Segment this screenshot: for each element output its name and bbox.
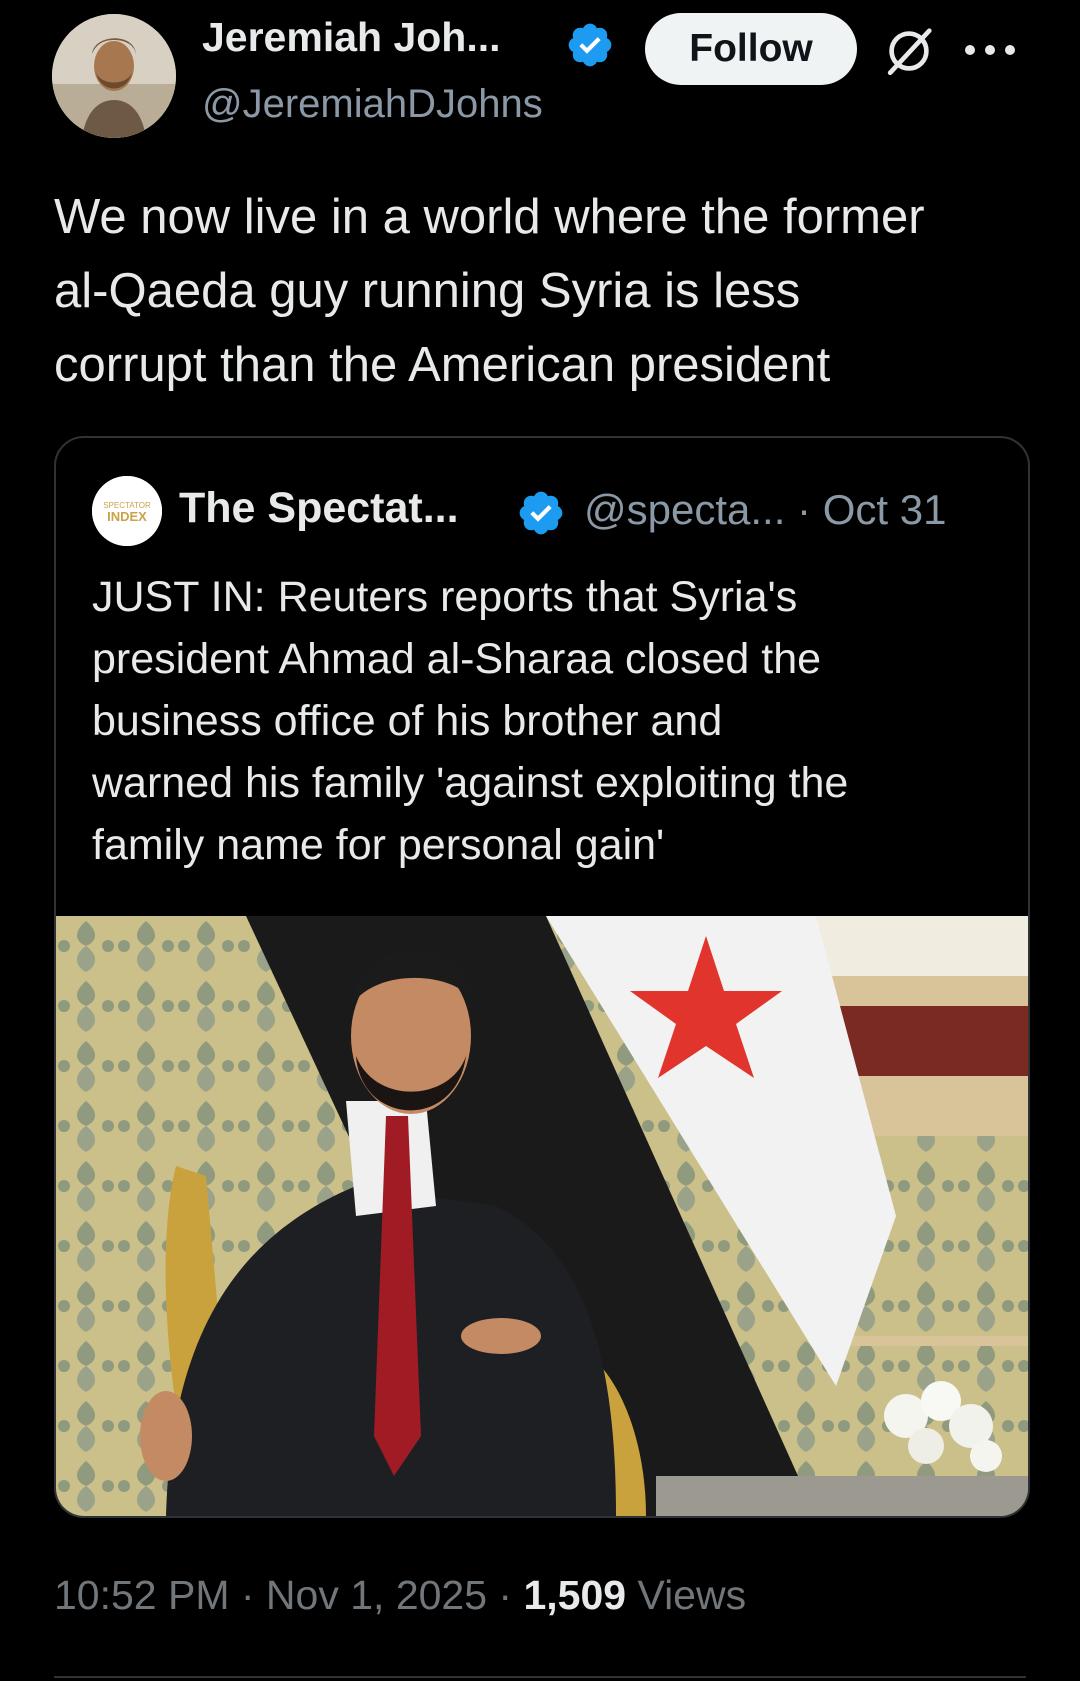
grok-icon[interactable] [880, 22, 938, 80]
author-display-name[interactable]: Jeremiah Joh... [202, 14, 501, 61]
quoted-tweet-image[interactable] [56, 916, 1028, 1516]
quoted-tweet[interactable]: SPECTATOR INDEX The Spectat... @specta..… [54, 436, 1030, 1518]
more-options-icon[interactable] [960, 38, 1020, 62]
quoted-tweet-text: JUST IN: Reuters reports that Syria's pr… [92, 573, 849, 869]
tweet-header: Jeremiah Joh... @JeremiahDJohns Follow [0, 0, 1080, 150]
quoted-handle-date[interactable]: @specta... · Oct 31 [584, 486, 946, 534]
tweet-metadata: 10:52 PM · Nov 1, 2025 · 1,509 Views [54, 1572, 746, 1619]
tweet-text: We now live in a world where the former … [54, 190, 925, 392]
follow-button[interactable]: Follow [645, 13, 857, 85]
spectator-logo-bottom: INDEX [107, 509, 147, 524]
views-count: 1,509 [523, 1572, 627, 1618]
quoted-author-avatar[interactable]: SPECTATOR INDEX [92, 476, 162, 546]
author-handle[interactable]: @JeremiahDJohns [202, 82, 543, 127]
views-label: Views [626, 1572, 747, 1618]
divider [54, 1676, 1026, 1678]
verified-badge-icon [519, 491, 563, 535]
author-avatar[interactable] [52, 14, 176, 138]
quoted-author-display-name[interactable]: The Spectat... [179, 484, 459, 533]
verified-badge-icon [568, 23, 612, 67]
tweet-timestamp[interactable]: 10:52 PM · Nov 1, 2025 · [54, 1572, 523, 1618]
